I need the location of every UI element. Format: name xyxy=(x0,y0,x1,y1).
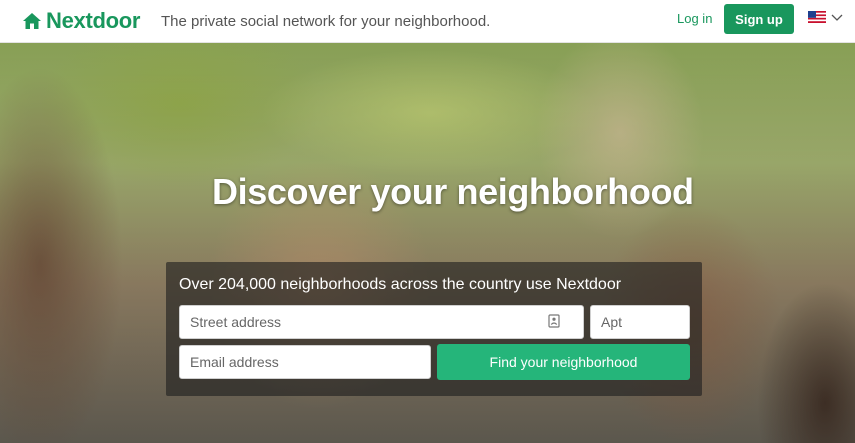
login-link[interactable]: Log in xyxy=(677,11,712,26)
street-address-input[interactable] xyxy=(179,305,584,339)
contact-card-icon[interactable] xyxy=(548,314,560,328)
apt-input[interactable] xyxy=(590,305,690,339)
find-neighborhood-button[interactable]: Find your neighborhood xyxy=(437,344,690,380)
hero-section: Discover your neighborhood Over 204,000 … xyxy=(0,43,855,443)
email-address-input[interactable] xyxy=(179,345,431,379)
us-flag-icon xyxy=(808,11,826,23)
chevron-down-icon xyxy=(831,14,843,21)
house-icon xyxy=(23,13,41,29)
brand-name: Nextdoor xyxy=(46,8,141,33)
top-nav-bar: Nextdoor The private social network for … xyxy=(0,0,855,43)
signup-panel: Over 204,000 neighborhoods across the co… xyxy=(166,262,702,396)
site-tagline: The private social network for your neig… xyxy=(161,13,491,30)
neighborhood-count-heading: Over 204,000 neighborhoods across the co… xyxy=(179,276,622,293)
locale-selector[interactable] xyxy=(808,11,843,23)
hero-title: Discover your neighborhood xyxy=(212,171,694,212)
signup-button[interactable]: Sign up xyxy=(724,4,794,34)
brand-logo[interactable]: Nextdoor xyxy=(22,8,140,34)
